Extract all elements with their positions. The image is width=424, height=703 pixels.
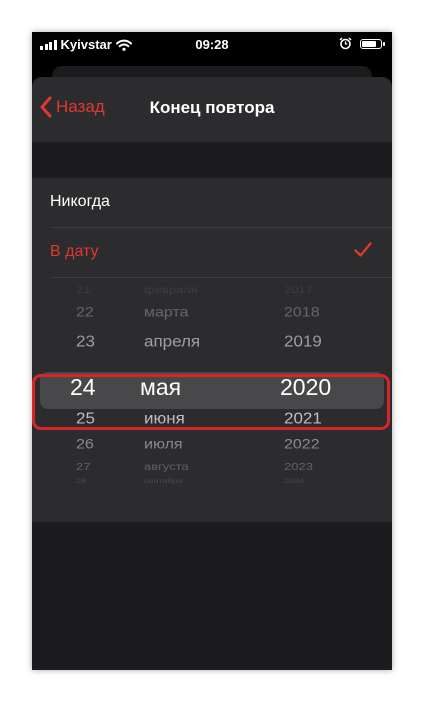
picker-day-option[interactable]: 28 — [76, 478, 86, 485]
picker-month-option[interactable]: сентября — [144, 478, 182, 485]
picker-year-option[interactable]: 2019 — [284, 333, 322, 351]
status-right — [339, 37, 385, 50]
phone-screen: Kyivstar 09:28 Назад Конец повтора Никог… — [32, 32, 392, 670]
picker-year-option[interactable]: 2024 — [284, 478, 304, 485]
status-time: 09:28 — [195, 37, 229, 52]
picker-year-option[interactable]: 2022 — [284, 437, 320, 452]
checkmark-icon — [354, 242, 372, 257]
picker-month-option[interactable]: августа — [144, 461, 189, 472]
option-on-date[interactable]: В дату — [32, 228, 392, 278]
picker-day-option[interactable]: 22 — [76, 305, 94, 320]
picker-year-option[interactable]: 2017 — [284, 284, 313, 295]
battery-icon — [360, 38, 385, 49]
highlight-outline — [32, 374, 390, 430]
navigation-bar: Назад Конец повтора — [32, 77, 392, 142]
sheet-bottom — [32, 522, 392, 670]
page-title: Конец повтора — [149, 98, 275, 117]
picker-year-option[interactable]: 2023 — [284, 461, 313, 472]
picker-month-option[interactable]: февраля — [144, 284, 198, 295]
status-bar: Kyivstar 09:28 — [32, 32, 392, 58]
section-gap — [32, 142, 392, 178]
picker-month-option[interactable]: марта — [144, 305, 189, 320]
picker-year-option[interactable]: 2016 — [284, 278, 304, 282]
option-never[interactable]: Никогда — [32, 178, 392, 228]
picker-month-option[interactable]: января — [144, 278, 173, 282]
option-label: В дату — [50, 243, 99, 260]
picker-day-option[interactable]: 21 — [76, 284, 90, 295]
option-label: Никогда — [50, 193, 110, 210]
picker-day-option[interactable]: 23 — [76, 333, 95, 351]
end-repeat-options: Никогда В дату 20 21 22 23 25 26 27 28 января фев… — [32, 178, 392, 522]
picker-month-option[interactable]: июля — [144, 437, 183, 452]
picker-day-option[interactable]: 26 — [76, 437, 94, 452]
picker-day-option[interactable]: 20 — [76, 278, 86, 282]
picker-year-option[interactable]: 2018 — [284, 305, 320, 320]
picker-day-option[interactable]: 27 — [76, 461, 90, 472]
picker-month-option[interactable]: апреля — [144, 333, 200, 351]
alarm-icon — [339, 37, 352, 50]
